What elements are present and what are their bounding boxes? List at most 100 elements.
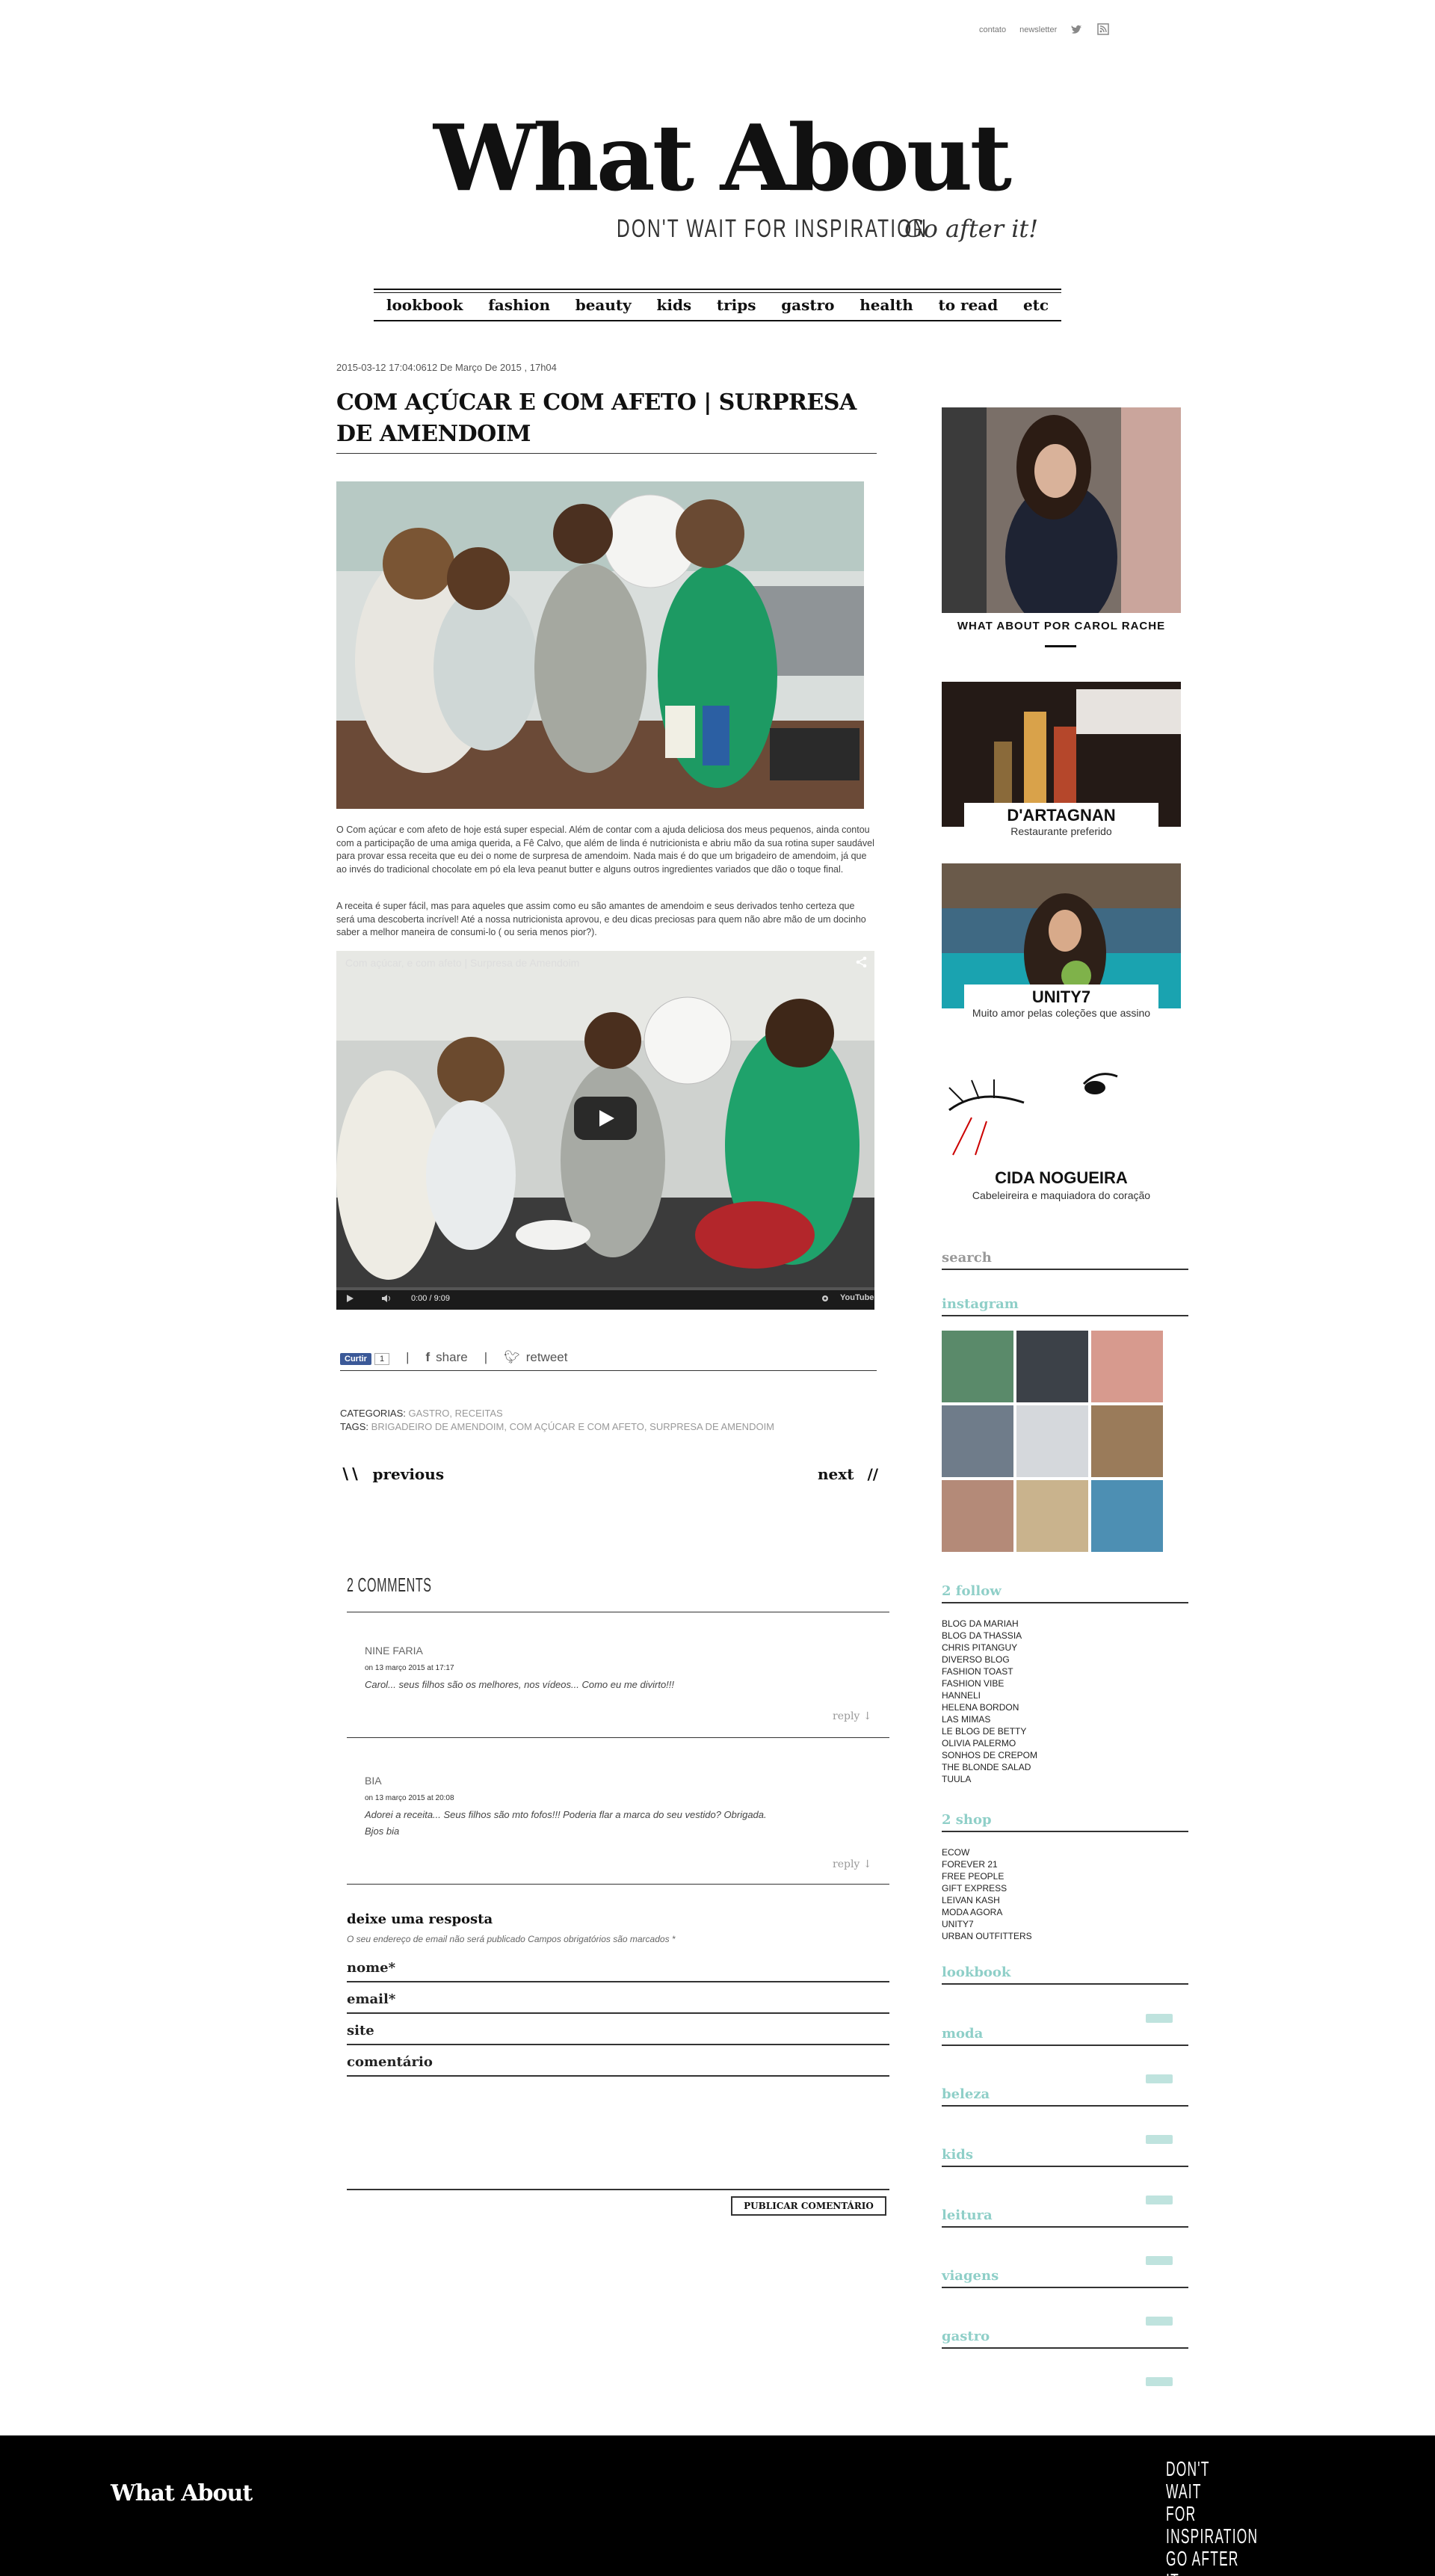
follow-link[interactable]: FASHION TOAST	[942, 1666, 1037, 1677]
shop-link[interactable]: MODA AGORA	[942, 1906, 1032, 1918]
site-field[interactable]: site	[347, 2015, 889, 2045]
follow-link[interactable]: THE BLONDE SALAD	[942, 1761, 1037, 1773]
comment-textarea[interactable]	[347, 2084, 889, 2190]
follow-link[interactable]: FASHION VIBE	[942, 1677, 1037, 1689]
shop-link[interactable]: UNITY7	[942, 1918, 1032, 1930]
fb-like-button[interactable]: Curtir	[340, 1352, 371, 1365]
category-kids[interactable]: kids	[942, 2147, 1188, 2167]
progress-track[interactable]	[336, 1287, 874, 1290]
instagram-photo[interactable]	[1091, 1405, 1163, 1477]
nav-beauty[interactable]: beauty	[575, 296, 632, 314]
shop-link[interactable]: URBAN OUTFITTERS	[942, 1930, 1032, 1942]
rss-icon[interactable]	[1097, 23, 1111, 37]
sidebar-ad-dartagnan[interactable]: D'ARTAGNAN Restaurante preferido	[942, 682, 1181, 842]
shop-link[interactable]: ECOW	[942, 1846, 1032, 1858]
video-title[interactable]: Com açúcar, e com afeto | Surpresa de Am…	[345, 957, 579, 969]
play-button[interactable]	[574, 1097, 637, 1140]
instagram-photo[interactable]	[942, 1331, 1013, 1402]
follow-link[interactable]: DIVERSO BLOG	[942, 1654, 1037, 1666]
category-nav-arrows[interactable]	[1146, 2074, 1173, 2083]
footer-logo[interactable]: What About	[111, 2480, 253, 2506]
divider	[347, 1737, 889, 1738]
share-link[interactable]: f share	[426, 1350, 468, 1365]
nav-etc[interactable]: etc	[1023, 296, 1049, 314]
next-post-link[interactable]: next //	[818, 1465, 878, 1483]
contato-link[interactable]: contato	[979, 25, 1006, 34]
nav-fashion[interactable]: fashion	[488, 296, 550, 314]
settings-icon[interactable]	[821, 1294, 830, 1305]
category-nav-arrows[interactable]	[1146, 2135, 1173, 2144]
top-links: contato newsletter	[979, 21, 1111, 39]
retweet-link[interactable]: 🐦︎ retweet	[504, 1350, 567, 1365]
instagram-photo[interactable]	[1016, 1405, 1088, 1477]
category-moda[interactable]: moda	[942, 2026, 1188, 2046]
category-leitura[interactable]: leitura	[942, 2207, 1188, 2228]
tags-links[interactable]: BRIGADEIRO DE AMENDOIM, COM AÇÚCAR E COM…	[371, 1421, 774, 1432]
shop-link[interactable]: FOREVER 21	[942, 1858, 1032, 1870]
sidebar-ad-cida-nogueira[interactable]: CIDA NOGUEIRA Cabeleireira e maquiadora …	[942, 1043, 1181, 1207]
category-beleza[interactable]: beleza	[942, 2086, 1188, 2107]
submit-comment-button[interactable]: PUBLICAR COMENTÁRIO	[731, 2196, 886, 2216]
post-paragraph: A receita é super fácil, mas para aquele…	[336, 901, 866, 937]
twitter-icon[interactable]	[1070, 23, 1084, 37]
follow-link[interactable]: LE BLOG DE BETTY	[942, 1725, 1037, 1737]
site-logo[interactable]: What About	[419, 112, 1024, 203]
youtube-logo[interactable]: YouTube	[840, 1293, 874, 1302]
sidebar-ad-carol-rache[interactable]: WHAT ABOUT POR CAROL RACHE	[942, 407, 1181, 654]
nav-gastro[interactable]: gastro	[781, 296, 834, 314]
email-field[interactable]: email*	[347, 1984, 889, 2014]
play-icon[interactable]	[345, 1294, 354, 1305]
shop-link[interactable]: FREE PEOPLE	[942, 1870, 1032, 1882]
instagram-photo[interactable]	[1091, 1331, 1163, 1402]
categories-links[interactable]: GASTRO, RECEITAS	[409, 1408, 503, 1419]
follow-link[interactable]: LAS MIMAS	[942, 1713, 1037, 1725]
follow-link[interactable]: TUULA	[942, 1773, 1037, 1785]
nav-to-read[interactable]: to read	[939, 296, 999, 314]
category-nav-arrows[interactable]	[1146, 2014, 1173, 2023]
sidebar-ad-unity7[interactable]: UNITY7 Muito amor pelas coleções que ass…	[942, 863, 1181, 1023]
follow-link[interactable]: OLIVIA PALERMO	[942, 1737, 1037, 1749]
previous-post-link[interactable]: ∖∖ previous	[340, 1465, 444, 1483]
category-nav-arrows[interactable]	[1146, 2377, 1173, 2386]
volume-icon[interactable]	[381, 1294, 393, 1305]
instagram-photo[interactable]	[1016, 1480, 1088, 1552]
category-gastro[interactable]: gastro	[942, 2329, 1188, 2349]
category-lookbook[interactable]: lookbook	[942, 1965, 1188, 1985]
facebook-like[interactable]: Curtir 1	[340, 1350, 390, 1365]
nav-kids[interactable]: kids	[656, 296, 691, 314]
video-player[interactable]: Com açúcar, e com afeto | Surpresa de Am…	[336, 951, 874, 1310]
comment-date[interactable]: on 13 março 2015 at 20:08	[365, 1794, 888, 1802]
share-icon[interactable]	[855, 955, 868, 973]
category-nav-arrows[interactable]	[1146, 2256, 1173, 2265]
instagram-photo[interactable]	[942, 1480, 1013, 1552]
footer-tagline: DON'T WAIT FOR INSPIRATION GO AFTER IT	[1166, 2458, 1257, 2576]
nav-trips[interactable]: trips	[717, 296, 756, 314]
reply-link[interactable]: reply ↓	[833, 1858, 872, 1870]
follow-link[interactable]: BLOG DA MARIAH	[942, 1618, 1037, 1630]
post-date: 2015-03-12 17:04:0612 De Março De 2015 ,…	[336, 362, 557, 373]
comment-date[interactable]: on 13 março 2015 at 17:17	[365, 1664, 888, 1672]
reply-link[interactable]: reply ↓	[833, 1710, 872, 1722]
instagram-photo[interactable]	[1091, 1480, 1163, 1552]
instagram-photo[interactable]	[1016, 1331, 1088, 1402]
comment: BIA on 13 março 2015 at 20:08 Adorei a r…	[365, 1775, 888, 1840]
name-field[interactable]: nome*	[347, 1953, 889, 1982]
shop-link[interactable]: GIFT EXPRESS	[942, 1882, 1032, 1894]
search-input[interactable]: search	[942, 1250, 1188, 1270]
comment-label: comentário	[347, 2047, 889, 2077]
follow-link[interactable]: SONHOS DE CREPOM	[942, 1749, 1037, 1761]
category-nav-arrows[interactable]	[1146, 2317, 1173, 2326]
post-title[interactable]: COM AÇÚCAR E COM AFETO | SURPRESA DE AME…	[336, 387, 874, 450]
category-viagens[interactable]: viagens	[942, 2268, 1188, 2288]
nav-health[interactable]: health	[860, 296, 913, 314]
eye-illustration-icon	[948, 1073, 1118, 1156]
follow-link[interactable]: BLOG DA THASSIA	[942, 1630, 1037, 1642]
shop-link[interactable]: LEIVAN KASH	[942, 1894, 1032, 1906]
instagram-photo[interactable]	[942, 1405, 1013, 1477]
category-nav-arrows[interactable]	[1146, 2196, 1173, 2204]
newsletter-link[interactable]: newsletter	[1019, 25, 1057, 34]
nav-lookbook[interactable]: lookbook	[386, 296, 463, 314]
follow-link[interactable]: CHRIS PITANGUY	[942, 1642, 1037, 1654]
follow-link[interactable]: HANNELI	[942, 1689, 1037, 1701]
follow-link[interactable]: HELENA BORDON	[942, 1701, 1037, 1713]
